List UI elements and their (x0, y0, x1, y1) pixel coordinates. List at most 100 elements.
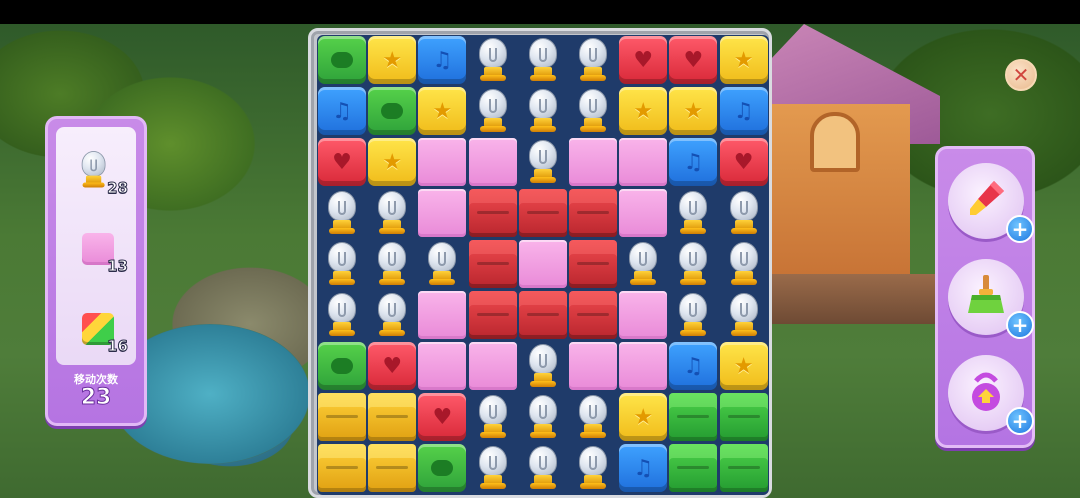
red-crate-tile[interactable] (568, 290, 618, 340)
red-block-tile[interactable]: ♥ (719, 137, 769, 187)
pink-cushion-tile[interactable] (618, 290, 668, 340)
red-block-tile[interactable]: ♥ (668, 35, 718, 85)
light-bulb-tile[interactable] (367, 239, 417, 289)
pink-cushion-tile[interactable] (618, 341, 668, 391)
light-bulb-tile[interactable] (568, 35, 618, 85)
yellow-crate-tile[interactable] (317, 392, 367, 442)
light-bulb-tile[interactable] (317, 290, 367, 340)
yellow-block-tile[interactable]: ★ (668, 86, 718, 136)
red-block-tile[interactable]: ♥ (618, 35, 668, 85)
red-crate-tile[interactable] (468, 239, 518, 289)
close-button[interactable]: ✕ (1005, 59, 1037, 91)
green-block-tile[interactable] (417, 443, 467, 493)
light-bulb-tile[interactable] (367, 188, 417, 238)
red-crate-tile[interactable] (518, 290, 568, 340)
light-bulb-tile[interactable] (568, 86, 618, 136)
light-bulb-tile[interactable] (719, 239, 769, 289)
blue-block-tile[interactable]: ♫ (618, 443, 668, 493)
light-bulb-tile[interactable] (468, 392, 518, 442)
red-crate-icon (468, 189, 517, 237)
light-bulb-tile[interactable] (518, 392, 568, 442)
red-crate-tile[interactable] (568, 239, 618, 289)
yellow-block-tile[interactable]: ★ (719, 341, 769, 391)
light-bulb-tile[interactable] (468, 35, 518, 85)
green-block-tile[interactable] (367, 86, 417, 136)
red-crate-tile[interactable] (518, 188, 568, 238)
green-block-tile[interactable] (317, 341, 367, 391)
pink-cushion-tile[interactable] (618, 188, 668, 238)
light-bulb-tile[interactable] (568, 443, 618, 493)
house-window (810, 112, 860, 172)
pink-cushion-tile[interactable] (518, 239, 568, 289)
yellow-block-tile[interactable]: ★ (618, 392, 668, 442)
red-block-tile[interactable]: ♥ (367, 341, 417, 391)
pink-cushion-tile[interactable] (468, 341, 518, 391)
pink-cushion-icon (468, 342, 517, 390)
yellow-block-tile[interactable]: ★ (719, 35, 769, 85)
blue-block-tile[interactable]: ♫ (668, 137, 718, 187)
pink-cushion-tile[interactable] (568, 137, 618, 187)
goal-light-bulb: 28 (56, 145, 136, 201)
rocket-booster-button[interactable]: + (948, 163, 1034, 243)
light-bulb-tile[interactable] (518, 443, 568, 493)
yellow-crate-tile[interactable] (367, 392, 417, 442)
light-bulb-tile[interactable] (417, 239, 467, 289)
yellow-crate-tile[interactable] (367, 443, 417, 493)
broom-booster-button[interactable]: + (948, 259, 1034, 339)
light-bulb-icon (728, 293, 760, 337)
pink-cushion-tile[interactable] (568, 341, 618, 391)
light-bulb-tile[interactable] (317, 239, 367, 289)
light-bulb-tile[interactable] (317, 188, 367, 238)
pink-cushion-tile[interactable] (618, 137, 668, 187)
light-bulb-tile[interactable] (719, 290, 769, 340)
light-bulb-icon (477, 89, 509, 133)
add-booster-button[interactable]: + (1006, 407, 1034, 435)
blue-block-tile[interactable]: ♫ (317, 86, 367, 136)
pink-cushion-icon (569, 342, 617, 390)
heart-icon: ♥ (733, 149, 754, 175)
blue-block-tile[interactable]: ♫ (417, 35, 467, 85)
green-crate-tile[interactable] (719, 443, 769, 493)
light-bulb-tile[interactable] (518, 137, 568, 187)
red-crate-tile[interactable] (568, 188, 618, 238)
red-crate-tile[interactable] (468, 290, 518, 340)
light-bulb-tile[interactable] (468, 86, 518, 136)
pink-cushion-tile[interactable] (417, 188, 467, 238)
pink-cushion-tile[interactable] (417, 137, 467, 187)
yellow-block-tile[interactable]: ★ (417, 86, 467, 136)
green-crate-tile[interactable] (719, 392, 769, 442)
yellow-block-tile[interactable]: ★ (367, 35, 417, 85)
add-booster-button[interactable]: + (1006, 215, 1034, 243)
pink-cushion-tile[interactable] (417, 290, 467, 340)
goals-list: 28 13 16 (56, 127, 136, 365)
light-bulb-tile[interactable] (518, 341, 568, 391)
green-crate-tile[interactable] (668, 392, 718, 442)
red-block-tile[interactable]: ♥ (317, 137, 367, 187)
light-bulb-tile[interactable] (618, 239, 668, 289)
yellow-block-tile[interactable]: ★ (367, 137, 417, 187)
light-bulb-tile[interactable] (518, 86, 568, 136)
pink-cushion-tile[interactable] (417, 341, 467, 391)
light-bulb-tile[interactable] (668, 239, 718, 289)
light-bulb-tile[interactable] (468, 443, 518, 493)
red-crate-tile[interactable] (468, 188, 518, 238)
light-bulb-tile[interactable] (668, 290, 718, 340)
red-block-tile[interactable]: ♥ (417, 392, 467, 442)
add-booster-button[interactable]: + (1006, 311, 1034, 339)
music-note-icon: ♫ (432, 47, 453, 73)
light-bulb-tile[interactable] (568, 392, 618, 442)
boosters-panel: + + + (935, 146, 1035, 448)
green-block-tile[interactable] (317, 35, 367, 85)
light-bulb-icon (527, 395, 559, 439)
pink-cushion-tile[interactable] (468, 137, 518, 187)
blue-block-tile[interactable]: ♫ (668, 341, 718, 391)
yellow-block-tile[interactable]: ★ (618, 86, 668, 136)
light-bulb-tile[interactable] (719, 188, 769, 238)
yellow-crate-tile[interactable] (317, 443, 367, 493)
light-bulb-tile[interactable] (518, 35, 568, 85)
kettlebell-booster-button[interactable]: + (948, 355, 1034, 435)
light-bulb-tile[interactable] (367, 290, 417, 340)
green-crate-tile[interactable] (668, 443, 718, 493)
light-bulb-tile[interactable] (668, 188, 718, 238)
blue-block-tile[interactable]: ♫ (719, 86, 769, 136)
